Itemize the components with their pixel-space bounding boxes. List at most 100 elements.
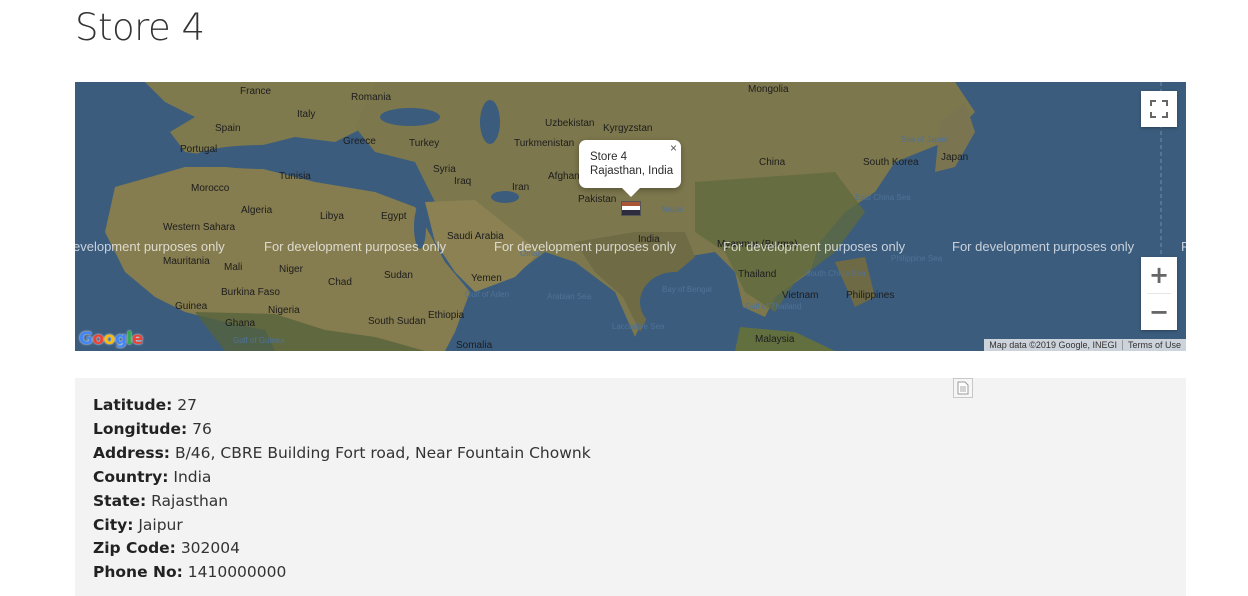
map-place-label: Iraq [454, 176, 472, 187]
map-place-label: Portugal [180, 144, 218, 155]
map-data-credit: Map data ©2019 Google, INEGI [989, 340, 1117, 350]
document-icon[interactable] [953, 378, 973, 398]
map-place-label: Romania [351, 92, 392, 103]
logo-letter: G [79, 329, 93, 349]
map-place-label: Sea of Japan [901, 135, 949, 144]
store-map[interactable]: France Romania Mongolia Spain Italy Uzbekista… [75, 82, 1186, 351]
map-place-label: East China Sea [855, 193, 911, 202]
map-info-window: Store 4 Rajasthan, India × [579, 140, 681, 197]
map-place-label: Uzbekistan [545, 118, 595, 129]
fullscreen-button[interactable] [1141, 91, 1177, 127]
map-watermark: For development purposes only [723, 239, 906, 254]
detail-state: State: Rajasthan [93, 490, 1168, 514]
map-place-label: Spain [215, 123, 241, 134]
page-title: Store 4 [75, 6, 205, 49]
terms-of-use-link[interactable]: Terms of Use [1123, 340, 1186, 350]
zoom-controls: + − [1141, 257, 1177, 330]
detail-value: India [173, 467, 212, 486]
map-place-label: South Sudan [368, 316, 426, 327]
store-marker-icon[interactable] [621, 201, 641, 216]
map-place-label: Guinea [175, 301, 208, 312]
map-watermark: For development purposes only [494, 239, 677, 254]
logo-letter: g [114, 329, 127, 349]
detail-value: B/46, CBRE Building Fort road, Near Foun… [174, 443, 591, 462]
logo-letter: o [103, 329, 116, 349]
detail-country: Country: India [93, 466, 1168, 490]
document-glyph [957, 381, 969, 395]
detail-value: 1410000000 [187, 563, 287, 582]
map-place-label: Italy [297, 109, 316, 120]
map-place-label: Turkey [409, 138, 440, 149]
map-place-label: Laccadive Sea [612, 322, 665, 331]
map-place-label: Ethiopia [428, 310, 465, 321]
map-place-label: Pakistan [578, 194, 617, 205]
map-place-label: Yemen [471, 273, 502, 284]
zoom-in-button[interactable]: + [1141, 257, 1177, 293]
detail-phone: Phone No: 1410000000 [93, 561, 1168, 585]
detail-label: City: [93, 515, 134, 534]
map-place-label: Egypt [381, 211, 407, 222]
map-watermark: evelopment purposes only [75, 239, 225, 254]
detail-label: Phone No: [93, 563, 183, 582]
map-place-label: Western Sahara [163, 222, 236, 233]
info-window-subtitle: Rajasthan, India [590, 165, 674, 177]
map-place-label: Chad [328, 277, 352, 288]
logo-letter: e [131, 329, 144, 349]
map-place-label: China [759, 157, 786, 168]
map-place-label: Vietnam [782, 290, 819, 301]
map-place-label: Algeria [241, 205, 273, 216]
map-place-label: Bay of Bengal [662, 285, 712, 294]
detail-latitude: Latitude: 27 [93, 394, 1168, 418]
map-place-label: Ghana [225, 318, 256, 329]
map-watermark: For development purposes only [952, 239, 1135, 254]
map-place-label: Mali [224, 262, 243, 273]
map-place-label: Gulf of Guinea [233, 336, 285, 345]
map-place-label: Afghan [548, 171, 580, 182]
map-place-label: Morocco [191, 183, 230, 194]
map-place-label: Iran [512, 182, 530, 193]
detail-value: 27 [177, 396, 197, 414]
detail-label: Latitude: [93, 396, 173, 414]
google-logo[interactable]: Google [79, 329, 143, 349]
map-place-label: Malaysia [755, 334, 795, 345]
map-place-label: Tunisia [279, 171, 311, 182]
map-place-label: Greece [343, 136, 376, 147]
map-place-label: Somalia [456, 340, 493, 351]
detail-longitude: Longitude: 76 [93, 418, 1168, 442]
detail-city: City: Jaipur [93, 514, 1168, 538]
map-place-label: Gulf of Aden [465, 290, 510, 299]
map-place-label: Japan [941, 152, 969, 163]
map-place-label: Sudan [384, 270, 413, 281]
detail-label: Country: [93, 467, 169, 486]
map-place-label: Philippines [846, 290, 895, 301]
zoom-out-button[interactable]: − [1141, 294, 1177, 330]
fullscreen-icon [1150, 100, 1168, 118]
detail-label: Address: [93, 443, 170, 462]
store-details-panel: Latitude: 27 Longitude: 76 Address: B/46… [75, 378, 1186, 596]
detail-label: State: [93, 491, 147, 510]
info-window-title: Store 4 [590, 151, 628, 163]
map-place-label: Libya [320, 211, 344, 222]
detail-zip-code: Zip Code: 302004 [93, 537, 1168, 561]
map-place-label: Thailand [738, 269, 777, 280]
map-place-label: Niger [279, 264, 303, 275]
map-place-label: Arabian Sea [547, 292, 592, 301]
map-place-label: Syria [433, 164, 456, 175]
detail-address: Address: B/46, CBRE Building Fort road, … [93, 442, 1168, 466]
detail-value: 76 [192, 419, 212, 438]
map-place-label: Burkina Faso [221, 287, 280, 298]
map-place-label: South Korea [863, 157, 919, 168]
map-place-label: Gulf of Thailand [745, 302, 802, 311]
map-place-label: Turkmenistan [514, 138, 575, 149]
map-place-label: South China Sea [805, 269, 866, 278]
map-place-label: Mauritania [163, 256, 210, 267]
map-place-label: Nigeria [268, 305, 300, 316]
detail-value: Rajasthan [151, 491, 229, 510]
map-place-label: Mongolia [748, 84, 789, 95]
map-watermark: For development purposes only [264, 239, 447, 254]
close-icon[interactable]: × [670, 141, 677, 155]
detail-label: Zip Code: [93, 539, 176, 558]
map-place-label: Philippine Sea [891, 254, 943, 263]
map-place-label: France [240, 86, 272, 97]
map-attribution: Map data ©2019 Google, INEGI Terms of Us… [984, 339, 1186, 351]
